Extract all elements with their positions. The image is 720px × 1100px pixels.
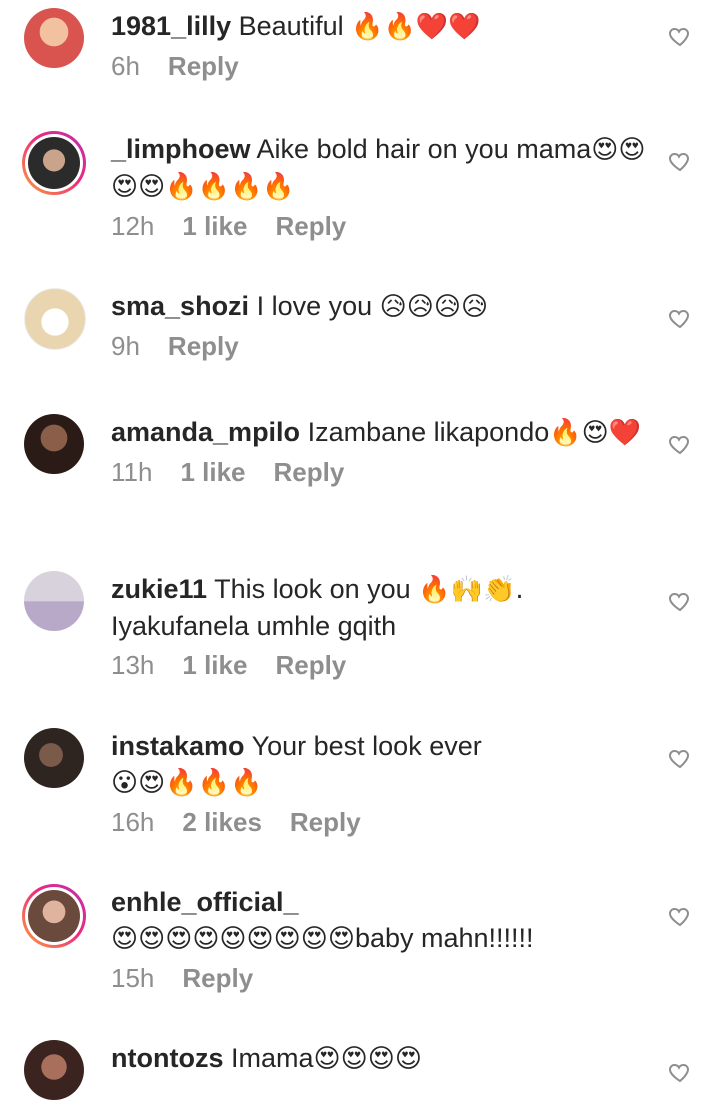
avatar[interactable] [24, 8, 84, 68]
comment-username[interactable]: sma_shozi [111, 291, 249, 321]
avatar[interactable] [24, 728, 84, 788]
comment-meta: 6h Reply [111, 51, 651, 81]
comment-time: 12h [111, 211, 155, 241]
comment-meta: 12h 1 like Reply [111, 211, 651, 241]
comment-content: _limphoew Aike bold hair on you mama😍😍😍😍… [111, 131, 651, 205]
comment-content: sma_shozi I love you 😥😥😥😥 [111, 288, 651, 325]
avatar[interactable] [24, 288, 86, 350]
heart-icon[interactable] [668, 306, 692, 330]
heart-icon[interactable] [668, 589, 692, 613]
comment-time: 6h [111, 51, 140, 81]
likes-count[interactable]: 1 like [180, 457, 245, 487]
comment-content: instakamo Your best look ever 😮😍🔥🔥🔥 [111, 728, 651, 801]
comment-content: ntontozs Imama😍😍😍😍 [111, 1040, 651, 1077]
comment-content: zukie11 This look on you 🔥🙌👏. Iyakufanel… [111, 571, 651, 644]
comment-time: 16h [111, 807, 155, 837]
avatar[interactable] [24, 1040, 84, 1100]
comment-emoji: 😮😍🔥🔥🔥 [111, 768, 263, 798]
comment-content: amanda_mpilo Izambane likapondo🔥😍❤️ [111, 414, 651, 451]
comment-username[interactable]: instakamo [111, 731, 245, 761]
comment-meta: 9h Reply [111, 331, 651, 361]
comment-text: Beautiful [231, 11, 352, 41]
comment-emoji: 🔥😍❤️ [549, 418, 642, 448]
comment-text: Izambane likapondo [300, 417, 550, 447]
heart-icon[interactable] [668, 149, 692, 173]
comment-text: Aike bold hair on you mama [250, 134, 592, 164]
comment-time: 13h [111, 650, 155, 680]
likes-count[interactable]: 2 likes [182, 807, 262, 837]
comment-meta: 16h 2 likes Reply [111, 807, 651, 837]
reply-button[interactable]: Reply [290, 807, 361, 837]
comment-text-continued: baby mahn!!!!!! [354, 923, 534, 953]
comment-username[interactable]: _limphoew [111, 134, 251, 164]
comment-text: Your best look ever [244, 731, 482, 761]
heart-icon[interactable] [668, 746, 692, 770]
comment-meta: 11h 1 like Reply [111, 457, 651, 487]
comment-time: 9h [111, 331, 140, 361]
comment-content: 1981_lilly Beautiful 🔥🔥❤️❤️ [111, 8, 651, 45]
comment-text-continued: Iyakufanela umhle gqith [111, 611, 397, 641]
comment-username[interactable]: amanda_mpilo [111, 417, 300, 447]
avatar[interactable] [24, 571, 84, 631]
heart-icon[interactable] [668, 24, 692, 48]
reply-button[interactable]: Reply [275, 211, 346, 241]
likes-count[interactable]: 1 like [182, 211, 247, 241]
reply-button[interactable]: Reply [182, 963, 253, 993]
avatar[interactable] [22, 131, 86, 195]
comment-username[interactable]: ntontozs [111, 1043, 223, 1073]
heart-icon[interactable] [668, 1060, 692, 1084]
reply-button[interactable]: Reply [168, 331, 239, 361]
reply-button[interactable]: Reply [168, 51, 239, 81]
comment-content: enhle_official_ 😍😍😍😍😍😍😍😍😍baby mahn!!!!!! [111, 884, 651, 957]
comment-username[interactable]: 1981_lilly [111, 11, 231, 41]
heart-icon[interactable] [668, 904, 692, 928]
comment-emoji: 😥😥😥😥 [379, 292, 489, 322]
avatar[interactable] [24, 414, 84, 474]
reply-button[interactable]: Reply [274, 457, 345, 487]
reply-button[interactable]: Reply [275, 650, 346, 680]
comment-username[interactable]: zukie11 [111, 574, 207, 604]
comment-text: This look on you [207, 574, 419, 604]
comment-time: 11h [111, 457, 153, 487]
heart-icon[interactable] [668, 432, 692, 456]
comment-emoji: 🔥🙌👏. [418, 575, 524, 605]
comment-text: I love you [249, 291, 380, 321]
likes-count[interactable]: 1 like [182, 650, 247, 680]
avatar[interactable] [22, 884, 86, 948]
comment-emoji: 😍😍😍😍 [313, 1044, 422, 1074]
comment-time: 15h [111, 963, 155, 993]
comment-text: Imama [223, 1043, 314, 1073]
comment-emoji: 🔥🔥❤️❤️ [351, 12, 481, 42]
comment-emoji: 😍😍😍😍😍😍😍😍😍 [111, 924, 355, 954]
comment-meta: 15h Reply [111, 963, 651, 993]
comment-username[interactable]: enhle_official_ [111, 887, 299, 917]
comment-meta: 13h 1 like Reply [111, 650, 651, 680]
